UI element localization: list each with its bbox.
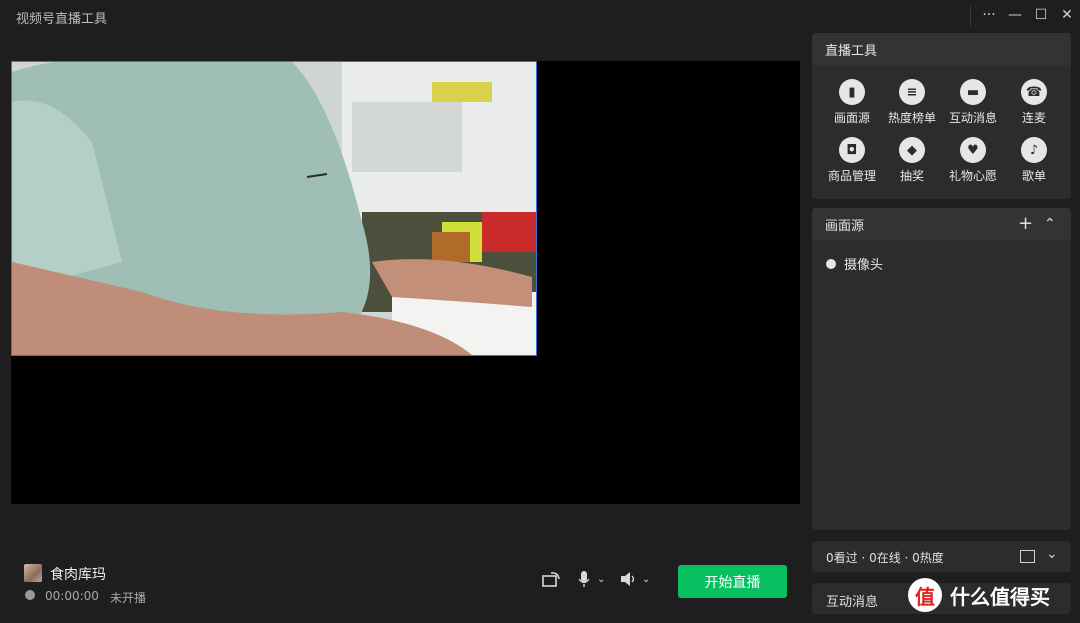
gift-box-icon: ◆ — [899, 137, 925, 163]
microphone-icon — [578, 571, 590, 587]
tool-label: 抽奖 — [899, 169, 924, 183]
watermark-logo: 值 — [908, 578, 942, 612]
rotate-screen-icon — [542, 572, 560, 587]
chat-bubble-icon: ▬ — [960, 79, 986, 105]
clock-icon — [25, 590, 35, 600]
tool-label: 歌单 — [1021, 169, 1046, 183]
screen-source-header: 画面源 + ⌃ — [812, 208, 1071, 240]
add-source-icon[interactable]: + — [1018, 213, 1033, 234]
popout-icon[interactable] — [1020, 550, 1035, 563]
chevron-down-icon[interactable]: ⌄ — [1046, 546, 1058, 562]
close-icon[interactable]: ✕ — [1054, 4, 1080, 26]
avatar[interactable] — [24, 564, 42, 582]
speaker-button[interactable]: ⌄ — [620, 570, 650, 588]
watermark-text: 什么值得买 — [950, 584, 1050, 609]
tool-label: 礼物心愿 — [948, 169, 997, 183]
tool-label: 互动消息 — [948, 111, 997, 125]
tool-label: 画面源 — [833, 111, 870, 125]
interactive-messages-title: 互动消息 — [826, 595, 879, 610]
chevron-down-icon[interactable]: ⌄ — [642, 574, 650, 585]
microphone-icon: ♪ — [1021, 137, 1047, 163]
camera-feed[interactable] — [11, 61, 537, 356]
watermark: 值 什么值得买 — [908, 578, 1050, 612]
screen-source-icon: ▮ — [839, 79, 865, 105]
tool-screen-source[interactable]: ▮ 画面源 — [820, 79, 884, 126]
live-tools-title: 直播工具 — [812, 33, 1071, 65]
tool-product-management[interactable]: ◘ 商品管理 — [820, 137, 884, 184]
window-title: 视频号直播工具 — [16, 12, 108, 27]
heart-icon: ♥ — [960, 137, 986, 163]
phone-icon: ☎ — [1021, 79, 1047, 105]
tool-lottery[interactable]: ◆ 抽奖 — [880, 137, 944, 184]
camera-image — [12, 62, 536, 355]
anchor-name: 食肉库玛 — [50, 567, 106, 583]
maximize-icon[interactable]: ☐ — [1028, 4, 1054, 26]
title-bar: 视频号直播工具 ··· — ☐ ✕ — [0, 0, 1080, 32]
shopping-bag-icon: ◘ — [839, 137, 865, 163]
tool-label: 热度榜单 — [887, 111, 936, 125]
more-icon[interactable]: ··· — [976, 4, 1002, 26]
collapse-icon[interactable]: ⌃ — [1044, 216, 1056, 232]
source-item-camera[interactable]: 摄像头 — [826, 254, 883, 273]
tool-interactive-messages[interactable]: ▬ 互动消息 — [941, 79, 1005, 126]
stats-text: 0看过 · 0在线 · 0热度 — [826, 551, 944, 565]
source-item-label: 摄像头 — [844, 258, 884, 273]
list-icon: ≡ — [899, 79, 925, 105]
start-live-button[interactable]: 开始直播 — [678, 565, 787, 598]
location-pin-icon — [826, 258, 836, 269]
tool-label: 商品管理 — [827, 169, 876, 183]
tool-heat-rank[interactable]: ≡ 热度榜单 — [880, 79, 944, 126]
tool-label: 连麦 — [1021, 111, 1046, 125]
microphone-button[interactable]: ⌄ — [577, 570, 605, 588]
speaker-icon — [621, 572, 635, 586]
rotate-screen-button[interactable] — [542, 570, 562, 588]
tool-song-list[interactable]: ♪ 歌单 — [1002, 137, 1066, 184]
chevron-down-icon[interactable]: ⌄ — [597, 574, 605, 585]
tool-co-host[interactable]: ☎ 连麦 — [1002, 79, 1066, 126]
tool-gift-wish[interactable]: ♥ 礼物心愿 — [941, 137, 1005, 184]
title-divider — [970, 6, 971, 26]
screen-source-title: 画面源 — [825, 218, 865, 234]
live-status: 未开播 — [110, 591, 147, 605]
minimize-icon[interactable]: — — [1002, 4, 1028, 26]
live-duration: 00:00:00 — [45, 589, 99, 603]
